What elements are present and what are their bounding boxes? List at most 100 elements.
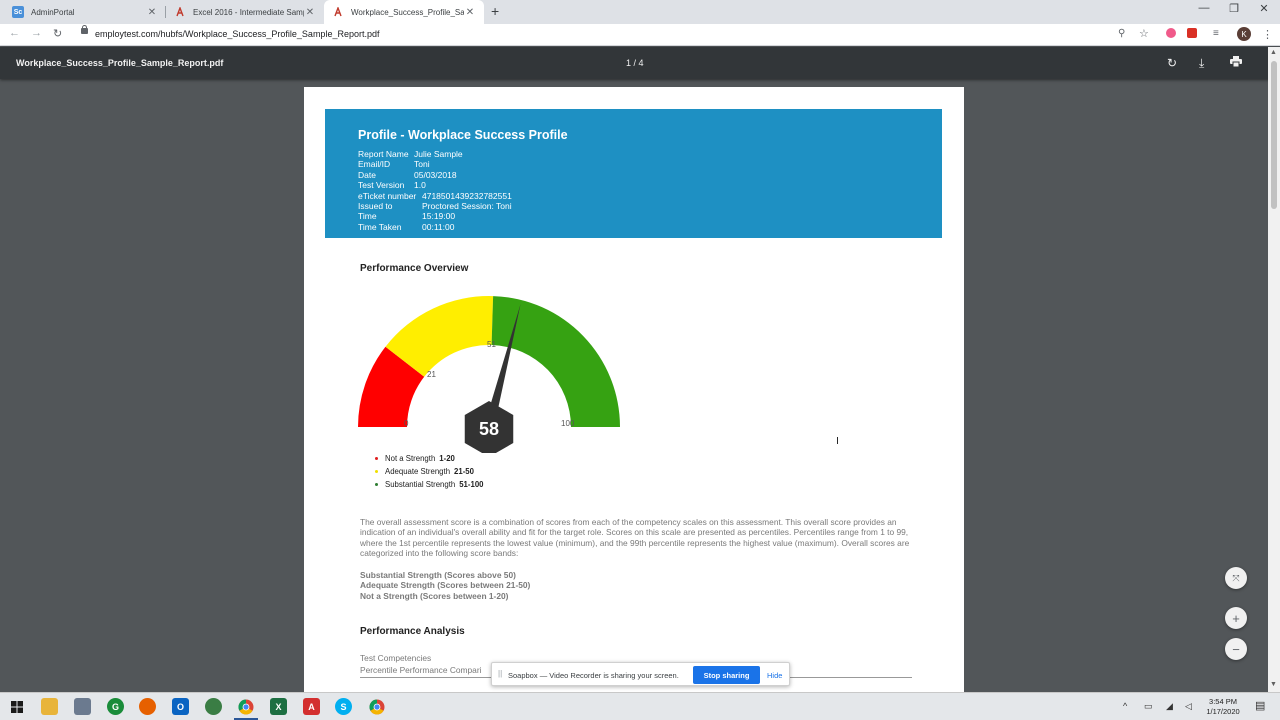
text-cursor-icon: I — [836, 436, 839, 447]
tab-title: Workplace_Success_Profile_Samp — [351, 7, 464, 17]
firefox-icon[interactable] — [139, 698, 156, 715]
legend-dot — [375, 457, 378, 460]
meta-row: Date 05/03/2018 — [358, 170, 512, 180]
meta-row: Issued to Proctored Session: Toni — [358, 201, 512, 211]
gauge-label-21: 21 — [427, 370, 436, 379]
lock-icon[interactable] — [81, 25, 88, 36]
chrome-icon[interactable] — [237, 698, 254, 715]
close-window-icon[interactable]: ✕ — [1254, 2, 1274, 15]
close-tab-icon[interactable]: ✕ — [304, 7, 316, 18]
outlook-icon[interactable]: O — [172, 698, 189, 715]
meta-label: eTicket number — [358, 190, 417, 201]
meta-label: Date — [358, 169, 376, 180]
tab-strip: Sc AdminPortal ✕ Excel 2016 - Intermedia… — [0, 0, 1280, 24]
band-line: Substantial Strength (Scores above 50) — [360, 570, 516, 580]
browser-toolbar: ← → ↻ employtest.com/hubfs/Workplace_Suc… — [0, 24, 1280, 46]
drag-handle-icon[interactable]: || — [498, 669, 502, 678]
file-explorer-icon[interactable] — [41, 698, 58, 715]
forward-arrow-icon[interactable]: → — [31, 27, 42, 39]
chrome-profile-icon[interactable] — [205, 698, 222, 715]
tab-title: AdminPortal — [31, 7, 75, 17]
stop-sharing-button[interactable]: Stop sharing — [693, 666, 760, 684]
meta-value: 15:19:00 — [422, 211, 456, 222]
bookmark-star-icon[interactable]: ☆ — [1139, 27, 1149, 40]
meta-value: 1.0 — [414, 180, 426, 191]
zoom-magnifier-icon[interactable]: ⚲ — [1118, 28, 1125, 39]
windows-taskbar: G O X A S ^ ▭ ◢ ◁ 3:54 PM 1/17/2020 ▤ — [0, 692, 1280, 720]
hide-link[interactable]: Hide — [767, 671, 782, 680]
media-queue-icon[interactable]: ≡ — [1213, 28, 1219, 39]
vertical-scrollbar[interactable]: ▲ ▼ — [1268, 47, 1280, 692]
windows-start-icon[interactable] — [8, 698, 25, 715]
meta-row: Time 15:19:00 — [358, 211, 512, 221]
clock-date: 1/17/2020 — [1206, 707, 1240, 716]
tab-adminportal[interactable]: Sc AdminPortal ✕ — [4, 0, 166, 24]
meta-value: Proctored Session: Toni — [422, 201, 512, 212]
grammarly-icon[interactable]: G — [107, 698, 124, 715]
page-indicator: 1 / 4 — [626, 58, 644, 68]
legend-dot — [375, 470, 378, 473]
acrobat-icon[interactable]: A — [303, 698, 320, 715]
meta-row: Report Name Julie Sample — [358, 149, 512, 159]
zoom-in-icon[interactable]: + — [1225, 607, 1247, 629]
new-tab-button[interactable]: + — [491, 3, 499, 19]
gauge-label-max: 100 — [561, 419, 575, 428]
meta-value: Julie Sample — [414, 149, 463, 159]
restore-icon[interactable]: ❐ — [1224, 2, 1244, 15]
pdf-toolbar: Workplace_Success_Profile_Sample_Report.… — [0, 47, 1280, 79]
download-icon[interactable]: ⤓ — [1199, 56, 1204, 71]
meta-label: Time Taken — [358, 221, 402, 232]
meta-value: Toni — [414, 159, 430, 170]
report-title: Profile - Workplace Success Profile — [358, 128, 568, 142]
print-icon[interactable] — [1230, 56, 1242, 70]
extension-red-icon[interactable] — [1187, 28, 1197, 41]
rotate-icon[interactable]: ↻ — [1167, 56, 1177, 70]
acrobat-favicon-icon — [174, 6, 186, 18]
close-tab-icon[interactable]: ✕ — [146, 7, 158, 18]
scroll-up-arrow-icon[interactable]: ▲ — [1270, 49, 1277, 56]
system-clock[interactable]: 3:54 PM 1/17/2020 — [1199, 697, 1247, 717]
meta-label: Email/ID — [358, 159, 391, 170]
legend-label: Adequate Strength — [385, 467, 451, 476]
adminportal-favicon-icon: Sc — [12, 6, 24, 18]
battery-icon[interactable]: ▭ — [1144, 701, 1153, 712]
score-bands: Substantial Strength (Scores above 50) A… — [360, 570, 530, 601]
tab-workplace-success-profile[interactable]: Workplace_Success_Profile_Samp ✕ — [324, 0, 484, 24]
scrollbar-thumb[interactable] — [1271, 61, 1277, 209]
meta-row: eTicket number 4718501439232782551 — [358, 191, 512, 201]
reload-icon[interactable]: ↻ — [53, 27, 62, 40]
network-icon[interactable]: ◢ — [1166, 701, 1173, 712]
screen-share-bar: || Soapbox — Video Recorder is sharing y… — [491, 662, 790, 686]
notifications-icon[interactable]: ▤ — [1255, 699, 1265, 712]
skype-icon[interactable]: S — [335, 698, 352, 715]
minimize-icon[interactable]: — — [1194, 2, 1214, 14]
legend-label: Substantial Strength — [385, 480, 456, 489]
meta-row: Test Version 1.0 — [358, 180, 512, 190]
snipping-tool-icon[interactable] — [74, 698, 91, 715]
legend-label: Not a Strength — [385, 454, 436, 463]
tray-overflow-chevron-icon[interactable]: ^ — [1123, 701, 1127, 711]
extension-pink-icon[interactable] — [1166, 28, 1176, 41]
fit-to-page-icon[interactable]: ⤧ — [1225, 567, 1247, 589]
more-menu-icon[interactable]: ⋮ — [1262, 28, 1273, 41]
acrobat-favicon-icon — [332, 6, 344, 18]
chrome-second-icon[interactable] — [368, 698, 385, 715]
excel-icon[interactable]: X — [270, 698, 287, 715]
band-line: Not a Strength (Scores between 1-20) — [360, 590, 509, 601]
gauge-legend: Not a Strength 1-20 Adequate Strength 21-5… — [375, 452, 484, 491]
profile-avatar[interactable]: K — [1237, 27, 1251, 41]
report-header: Profile - Workplace Success Profile Repo… — [325, 109, 942, 238]
address-bar-url[interactable]: employtest.com/hubfs/Workplace_Success_P… — [95, 29, 379, 39]
close-tab-icon[interactable]: ✕ — [464, 7, 476, 18]
meta-label: Test Version — [358, 180, 405, 191]
legend-item: Substantial Strength 51-100 — [375, 478, 484, 491]
volume-icon[interactable]: ◁ — [1185, 701, 1192, 712]
back-arrow-icon[interactable]: ← — [9, 27, 20, 39]
legend-range: 51-100 — [459, 480, 484, 489]
tab-excel-2016[interactable]: Excel 2016 - Intermediate Sampl ✕ — [166, 0, 324, 24]
score-description: The overall assessment score is a combin… — [360, 517, 910, 559]
scroll-down-arrow-icon[interactable]: ▼ — [1270, 681, 1277, 688]
pdf-filename: Workplace_Success_Profile_Sample_Report.… — [16, 58, 224, 68]
meta-value: 4718501439232782551 — [422, 190, 512, 201]
zoom-out-icon[interactable]: − — [1225, 638, 1247, 660]
